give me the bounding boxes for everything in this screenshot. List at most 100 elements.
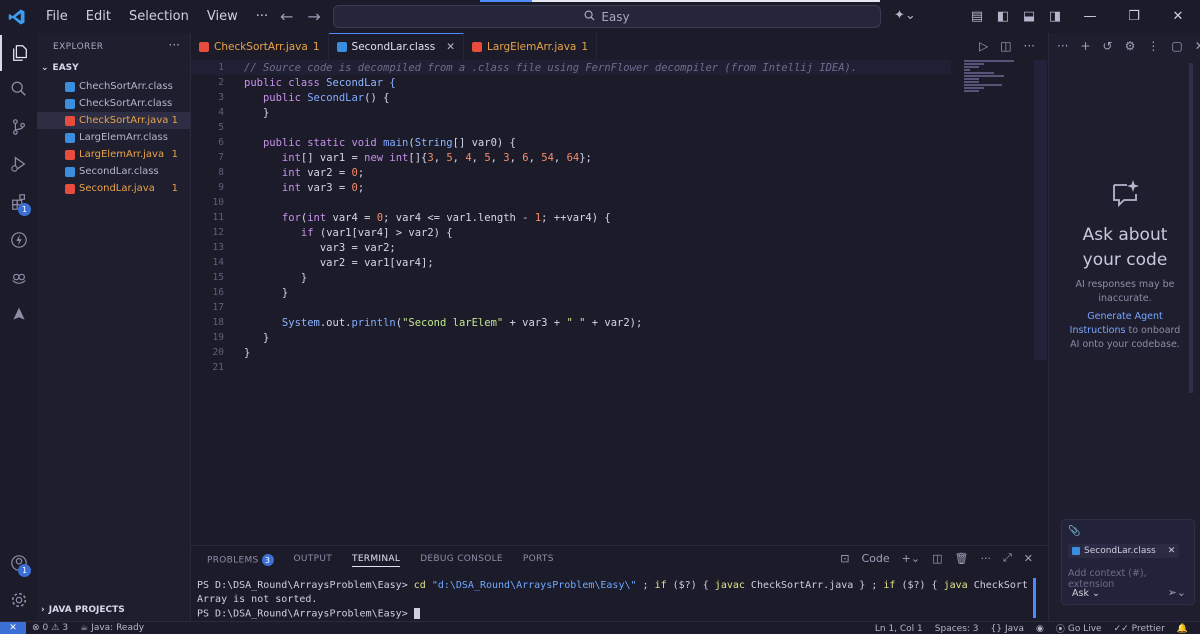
menu-view[interactable]: View [198, 9, 247, 24]
terminal-scrollbar[interactable] [1033, 578, 1036, 618]
file-item[interactable]: LargElemArr.class [37, 129, 190, 146]
chat-more2-icon[interactable]: ⋮ [1147, 39, 1159, 53]
back-arrow-icon[interactable]: ← [280, 7, 293, 26]
java-status-icon: ☕ [80, 623, 89, 633]
lightning-icon[interactable] [0, 222, 37, 258]
vscode-logo-icon [0, 0, 33, 33]
code-line: 18 System.out.println("Second larElem" +… [191, 315, 951, 330]
chat-input-box[interactable]: 📎 SecondLar.class ✕ Add context (#), ext… [1061, 519, 1195, 605]
maximize-panel-icon[interactable]: ⤢ [1003, 551, 1012, 565]
go-live[interactable]: ⦿ Go Live [1050, 622, 1108, 634]
copilot-status-icon[interactable]: ◉ [1030, 624, 1050, 634]
ask-title: Ask about your code [1082, 225, 1168, 270]
tab-file-icon [336, 42, 347, 52]
toggle-secondary-sidebar-icon[interactable]: ◨ [1042, 0, 1068, 33]
split-terminal-icon[interactable]: ◫ [932, 552, 942, 565]
toggle-panel-icon[interactable]: ⬓ [1016, 0, 1042, 33]
minimize-icon[interactable]: — [1068, 0, 1112, 33]
run-debug-icon[interactable] [0, 146, 37, 182]
remote-indicator-icon[interactable]: ✕ [0, 621, 26, 634]
explorer-more-icon[interactable]: ··· [169, 38, 180, 52]
chat-maximize-icon[interactable]: ▢ [1171, 39, 1182, 53]
settings-gear-icon[interactable] [0, 582, 37, 618]
split-editor-icon[interactable]: ◫ [1000, 39, 1011, 53]
chat-close-icon[interactable]: ✕ [1195, 39, 1200, 53]
folder-easy[interactable]: ⌄ EASY [41, 63, 79, 73]
file-item[interactable]: CheckSortArr.java 1 [37, 112, 190, 129]
code-text: for(int var4 = 0; var4 <= var1.length - … [244, 211, 611, 224]
account-icon[interactable] [0, 545, 37, 581]
language-mode[interactable]: {} Java [985, 624, 1030, 634]
terminal-line: Array is not sorted. [197, 594, 318, 605]
tab-problems[interactable]: PROBLEMS 3 [207, 554, 274, 567]
tab-output[interactable]: OUTPUT [294, 554, 332, 567]
code-view[interactable]: 1 // Source code is decompiled from a .cl… [191, 60, 951, 545]
line-number: 20 [212, 347, 224, 358]
problems-status[interactable]: ⊗ 0 ⚠ 3 [26, 623, 74, 633]
run-icon[interactable]: ▷ [979, 39, 988, 53]
line-number: 13 [212, 242, 224, 253]
generate-link[interactable]: Generate Agent [1055, 310, 1195, 324]
line-number: 11 [212, 212, 224, 223]
indentation[interactable]: Spaces: 3 [929, 624, 985, 634]
menu-selection[interactable]: Selection [120, 9, 198, 24]
prettier[interactable]: ✓✓ Prettier [1108, 624, 1171, 634]
extensions-icon[interactable] [0, 184, 37, 220]
file-item[interactable]: CheckSortArr.class [37, 95, 190, 112]
instructions-link[interactable]: Instructions [1070, 325, 1126, 336]
file-item[interactable]: SecondLar.class [37, 163, 190, 180]
new-chat-icon[interactable]: + [1080, 39, 1090, 53]
line-number: 19 [212, 332, 224, 343]
context-file-chip[interactable]: SecondLar.class ✕ [1068, 544, 1180, 558]
new-terminal-icon[interactable]: +⌄ [902, 552, 920, 565]
java-status[interactable]: ☕ Java: Ready [74, 623, 150, 633]
tab-debug-console[interactable]: DEBUG CONSOLE [420, 554, 503, 567]
tab-ports[interactable]: PORTS [523, 554, 554, 567]
source-control-icon[interactable] [0, 109, 37, 145]
chat-settings-icon[interactable]: ⚙ [1125, 39, 1136, 53]
close-panel-icon[interactable]: ✕ [1024, 552, 1033, 565]
copilot-sparkle-icon[interactable]: ✦⌄ [894, 8, 916, 23]
tab-terminal[interactable]: TERMINAL [352, 554, 401, 567]
copilot-icon[interactable] [0, 259, 37, 295]
notifications-icon[interactable]: 🔔 [1171, 624, 1194, 634]
send-icon[interactable]: ➢⌄ [1168, 586, 1186, 599]
chat-more-icon[interactable]: ··· [1057, 39, 1068, 53]
java-projects-section[interactable]: › JAVA PROJECTS [41, 605, 125, 615]
history-icon[interactable]: ↺ [1103, 39, 1113, 53]
explorer-icon[interactable] [0, 35, 37, 71]
attach-icon[interactable]: 📎 [1068, 526, 1080, 537]
more-panel-icon[interactable]: ··· [980, 552, 991, 565]
file-problem-count: 1 [171, 183, 178, 194]
forward-arrow-icon[interactable]: → [307, 7, 320, 26]
editor-tab[interactable]: SecondLar.class ✕ [328, 33, 465, 60]
remove-context-icon[interactable]: ✕ [1168, 546, 1176, 556]
cursor-position[interactable]: Ln 1, Col 1 [869, 624, 929, 634]
file-item[interactable]: LargElemArr.java 1 [37, 146, 190, 163]
customize-layout-icon[interactable]: ▤ [964, 0, 990, 33]
file-item[interactable]: SecondLar.java 1 [37, 180, 190, 197]
chat-mode-select[interactable]: Ask ⌄ [1072, 588, 1100, 599]
chat-toolbar: ··· + ↺ ⚙ ⋮ ▢ ✕ [1057, 39, 1200, 53]
menu-file[interactable]: File [37, 9, 77, 24]
tab-close-icon[interactable]: ✕ [446, 41, 455, 53]
search-view-icon[interactable] [0, 71, 37, 107]
remote-triangle-icon[interactable] [0, 296, 37, 332]
minimap[interactable] [964, 60, 1024, 100]
file-item[interactable]: ChechSortArr.class [37, 78, 190, 95]
editor-tab[interactable]: CheckSortArr.java 1 [191, 33, 329, 60]
command-center-search[interactable]: Easy [333, 5, 881, 28]
close-window-icon[interactable]: ✕ [1156, 0, 1200, 33]
restore-icon[interactable]: ❐ [1112, 0, 1156, 33]
menu-edit[interactable]: Edit [77, 9, 120, 24]
folder-name: EASY [52, 63, 79, 73]
status-right: Ln 1, Col 1 Spaces: 3 {} Java ◉ ⦿ Go Live … [869, 622, 1194, 634]
trash-icon[interactable]: 🗑 [955, 552, 969, 565]
editor-scrollbar[interactable] [1034, 60, 1047, 360]
toggle-sidebar-icon[interactable]: ◧ [990, 0, 1016, 33]
terminal-name[interactable]: Code [861, 552, 889, 565]
menu-more[interactable]: ··· [247, 9, 277, 24]
terminal-output[interactable]: PS D:\DSA_Round\ArraysProblem\Easy> cd "… [197, 580, 1027, 622]
more-actions-icon[interactable]: ··· [1024, 39, 1035, 53]
editor-tab[interactable]: LargElemArr.java 1 [464, 33, 598, 60]
